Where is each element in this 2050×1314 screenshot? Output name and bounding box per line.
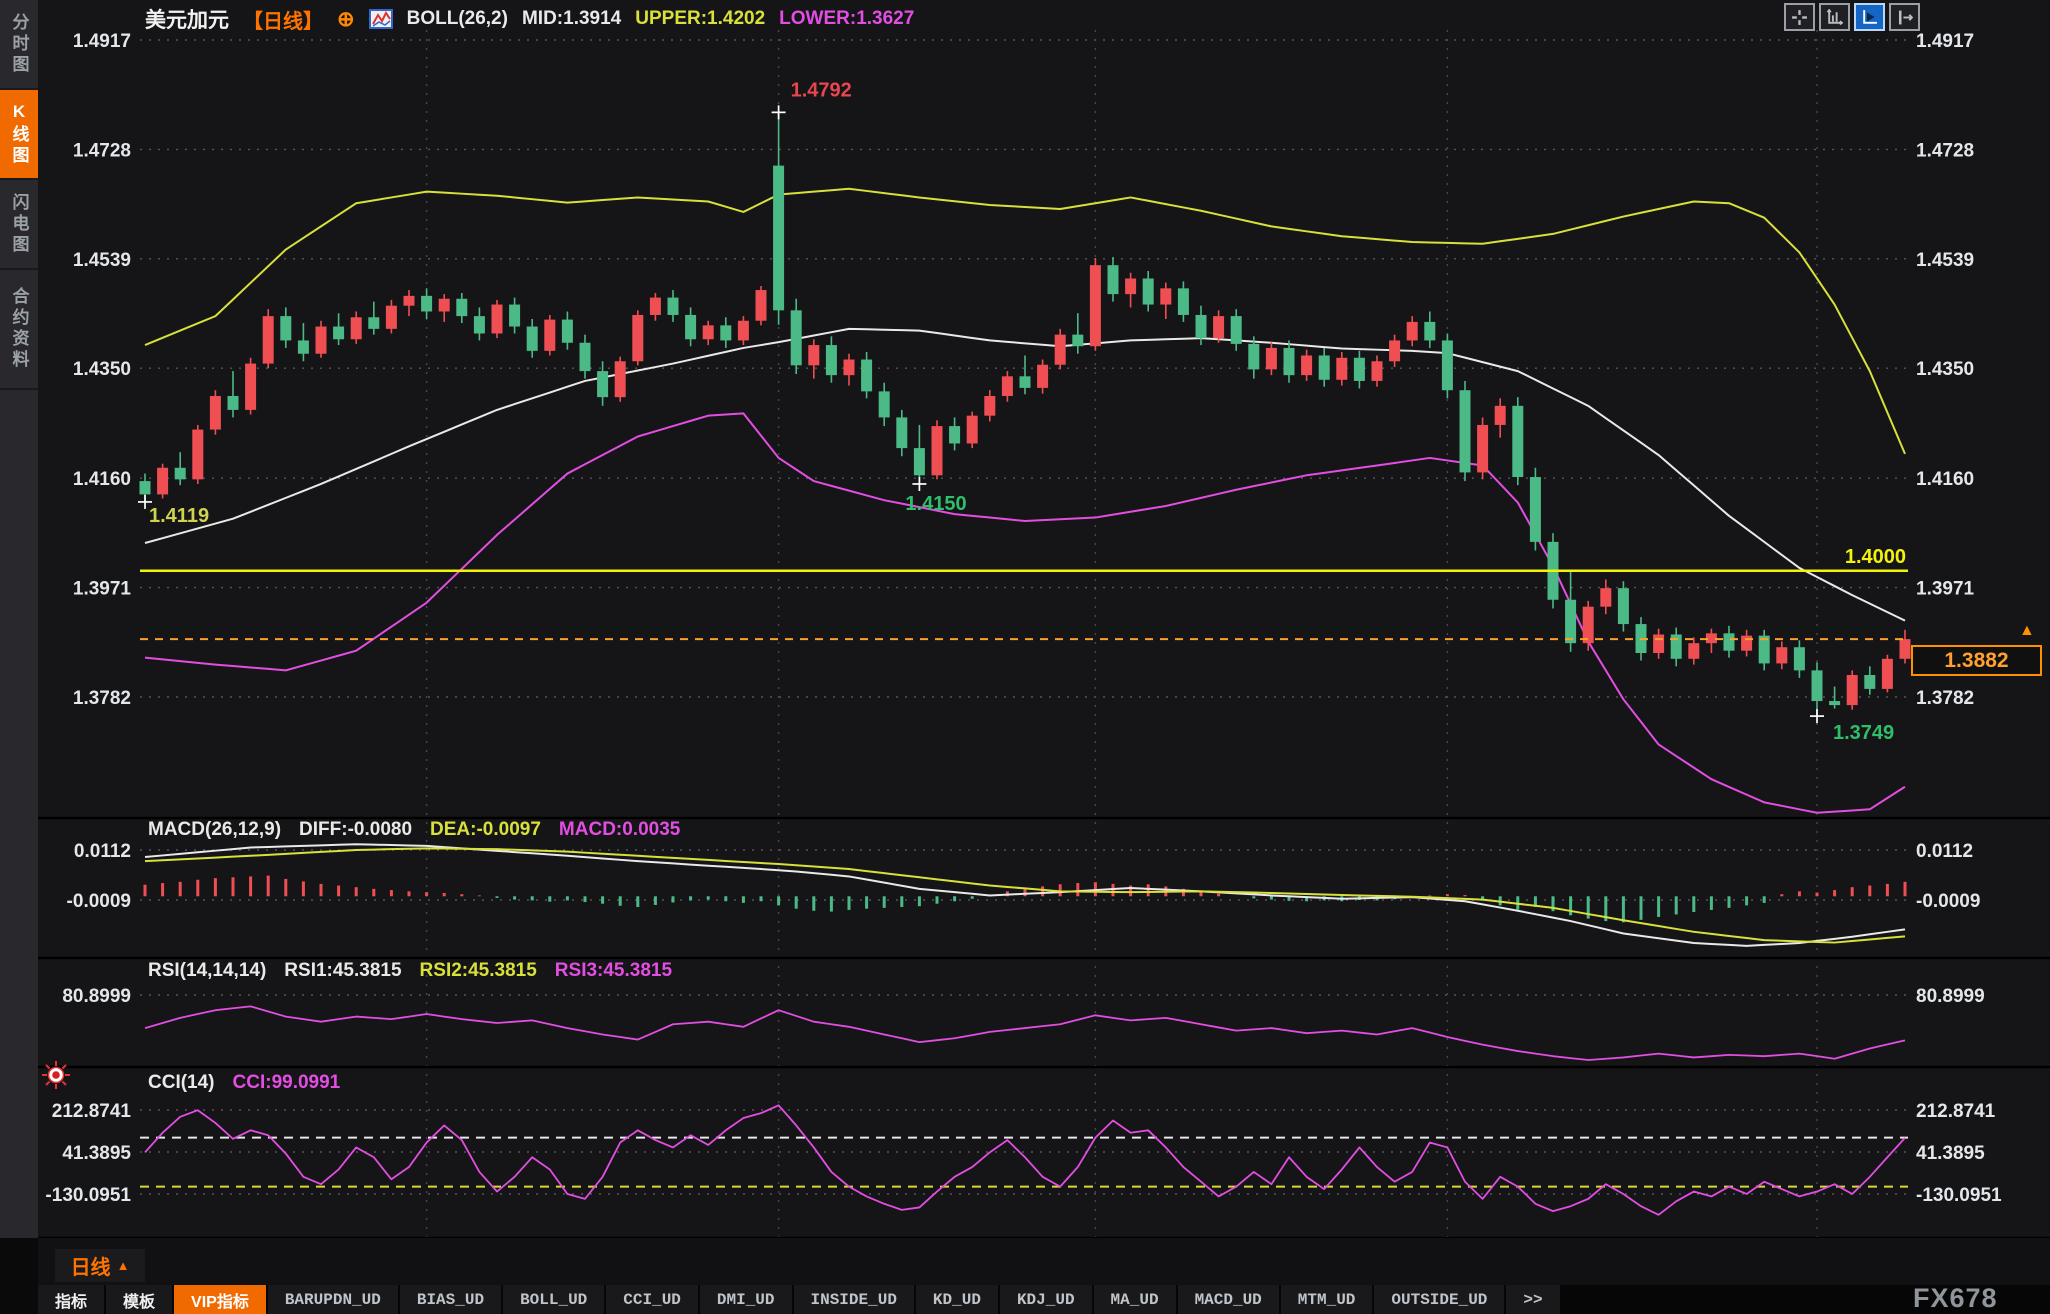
bottom-tab-9[interactable]: KD_UD [916,1285,998,1314]
svg-text:212.8741: 212.8741 [1916,1101,1996,1122]
svg-text:1.3782: 1.3782 [73,688,131,709]
candles [140,112,1911,716]
bottom-tab-11[interactable]: MA_UD [1094,1285,1176,1314]
svg-text:-0.0009: -0.0009 [67,891,131,912]
period-dropdown-icon: ▲ [117,1258,130,1273]
svg-text:41.3895: 41.3895 [62,1143,131,1164]
svg-text:1.4119: 1.4119 [149,505,209,527]
rsi1-value: RSI1:45.3815 [284,960,401,982]
svg-text:212.8741: 212.8741 [52,1101,132,1122]
svg-text:-130.0951: -130.0951 [1916,1185,2002,1206]
svg-text:0.0112: 0.0112 [1916,841,1973,862]
svg-text:1.4917: 1.4917 [1916,31,1974,52]
sidebar-tab-2[interactable]: 闪电图 [0,180,38,270]
chart-type-sidebar: 分时图K线图闪电图合约资料 [0,0,38,1238]
rsi-header: RSI(14,14,14) RSI1:45.3815 RSI2:45.3815 … [148,960,672,982]
cci-value: CCI:99.0991 [233,1072,341,1094]
macd-title: MACD(26,12,9) [148,819,281,841]
svg-text:1.3971: 1.3971 [73,579,132,600]
svg-text:80.8999: 80.8999 [1916,986,1985,1007]
svg-text:0.0112: 0.0112 [74,841,131,862]
mini-chart-icon[interactable] [369,9,393,29]
boll-lower-value: LOWER:1.3627 [779,8,914,30]
chart-canvas[interactable]: 1.4917 1.4917 1.4728 1.4728 1.4539 1.4539 1.43… [0,0,2050,1314]
period-selector[interactable]: 日线 ▲ [55,1249,145,1282]
svg-text:1.4160: 1.4160 [1916,469,1974,490]
chart-header: 美元加元 【日线】 ⊕ BOLL(26,2) MID:1.3914 UPPER:… [145,5,914,33]
axis-scale-active-icon[interactable] [1854,3,1885,31]
svg-text:-0.0009: -0.0009 [1916,891,1980,912]
sidebar-bottom-spacer [0,1238,38,1314]
svg-text:1.4350: 1.4350 [1916,359,1974,380]
svg-text:1.3971: 1.3971 [1916,579,1975,600]
add-overlay-icon[interactable]: ⊕ [337,7,355,32]
rsi3-value: RSI3:45.3815 [555,960,672,982]
current-price-tag: 1.3882 [1911,645,2042,676]
chart-application: 1.4917 1.4917 1.4728 1.4728 1.4539 1.4539 1.43… [0,0,2050,1314]
bottom-tab-15[interactable]: >> [1506,1285,1559,1314]
bottom-tab-12[interactable]: MACD_UD [1178,1285,1279,1314]
price-annotations: 1.4792 1.4119 1.4150 1.3749 [138,79,1894,744]
period-tag[interactable]: 【日线】 [243,5,323,34]
macd-value: MACD:0.0035 [559,819,680,841]
sidebar-tab-0[interactable]: 分时图 [0,0,38,90]
cci-line [145,1105,1905,1214]
boll-label: BOLL(26,2) [407,8,508,30]
bottom-tab-3[interactable]: BARUPDN_UD [268,1285,398,1314]
bottom-tab-8[interactable]: INSIDE_UD [794,1285,914,1314]
bottom-tab-6[interactable]: CCI_UD [606,1285,698,1314]
bottom-tab-14[interactable]: OUTSIDE_UD [1374,1285,1504,1314]
rsi-line [145,1006,1905,1060]
cci-title: CCI(14) [148,1072,215,1094]
alert-sun-icon[interactable] [40,1059,72,1096]
current-price-value: 1.3882 [1944,649,2008,673]
period-label: 日线 [71,1251,111,1280]
svg-text:1.3782: 1.3782 [1916,688,1974,709]
svg-text:1.4539: 1.4539 [1916,250,1974,271]
svg-text:1.4728: 1.4728 [1916,140,1974,161]
price-up-arrow-icon: ▲ [2019,622,2035,640]
bottom-tab-10[interactable]: KDJ_UD [1000,1285,1092,1314]
bottom-tab-5[interactable]: BOLL_UD [503,1285,604,1314]
macd-header: MACD(26,12,9) DIFF:-0.0080 DEA:-0.0097 M… [148,819,680,841]
svg-text:1.4917: 1.4917 [73,31,131,52]
boll-upper-value: UPPER:1.4202 [635,8,765,30]
macd-diff-value: DIFF:-0.0080 [299,819,412,841]
macd-dea-value: DEA:-0.0097 [430,819,541,841]
bottom-tab-7[interactable]: DMI_UD [700,1285,792,1314]
sidebar-tab-1[interactable]: K线图 [0,90,38,180]
svg-text:1.4728: 1.4728 [73,140,131,161]
bottom-tab-13[interactable]: MTM_UD [1281,1285,1373,1314]
chart-toolbar [1784,3,1920,31]
boll-bands [145,189,1905,813]
svg-text:1.4350: 1.4350 [73,359,131,380]
svg-text:1.4792: 1.4792 [791,79,852,101]
svg-text:80.8999: 80.8999 [62,986,131,1007]
macd-panel [145,844,1905,946]
bottom-tab-2[interactable]: VIP指标 [174,1285,266,1314]
rsi2-value: RSI2:45.3815 [420,960,537,982]
symbol-title: 美元加元 [145,4,229,34]
indicator-tabbar: 指标模板VIP指标BARUPDN_UDBIAS_UDBOLL_UDCCI_UDD… [38,1285,2050,1314]
bottom-tab-1[interactable]: 模板 [106,1285,172,1314]
sidebar-tab-3[interactable]: 合约资料 [0,270,38,390]
svg-text:1.3749: 1.3749 [1833,722,1894,744]
cci-header: CCI(14) CCI:99.0991 [148,1072,340,1094]
rsi-title: RSI(14,14,14) [148,960,266,982]
bottom-tab-4[interactable]: BIAS_UD [400,1285,501,1314]
date-axis-strip [38,1238,2050,1285]
right-axis-shift-icon[interactable] [1889,3,1920,31]
boll-mid-value: MID:1.3914 [522,8,621,30]
svg-text:1.4539: 1.4539 [73,250,131,271]
axis-scale-icon[interactable] [1819,3,1850,31]
svg-text:1.4000: 1.4000 [1845,546,1906,568]
watermark: FX678 [1913,1283,1998,1314]
svg-text:1.4160: 1.4160 [73,469,131,490]
svg-text:41.3895: 41.3895 [1916,1143,1985,1164]
pan-crosshair-icon[interactable] [1784,3,1815,31]
bottom-tab-0[interactable]: 指标 [38,1285,104,1314]
svg-text:1.4150: 1.4150 [905,493,966,515]
svg-text:-130.0951: -130.0951 [45,1185,131,1206]
